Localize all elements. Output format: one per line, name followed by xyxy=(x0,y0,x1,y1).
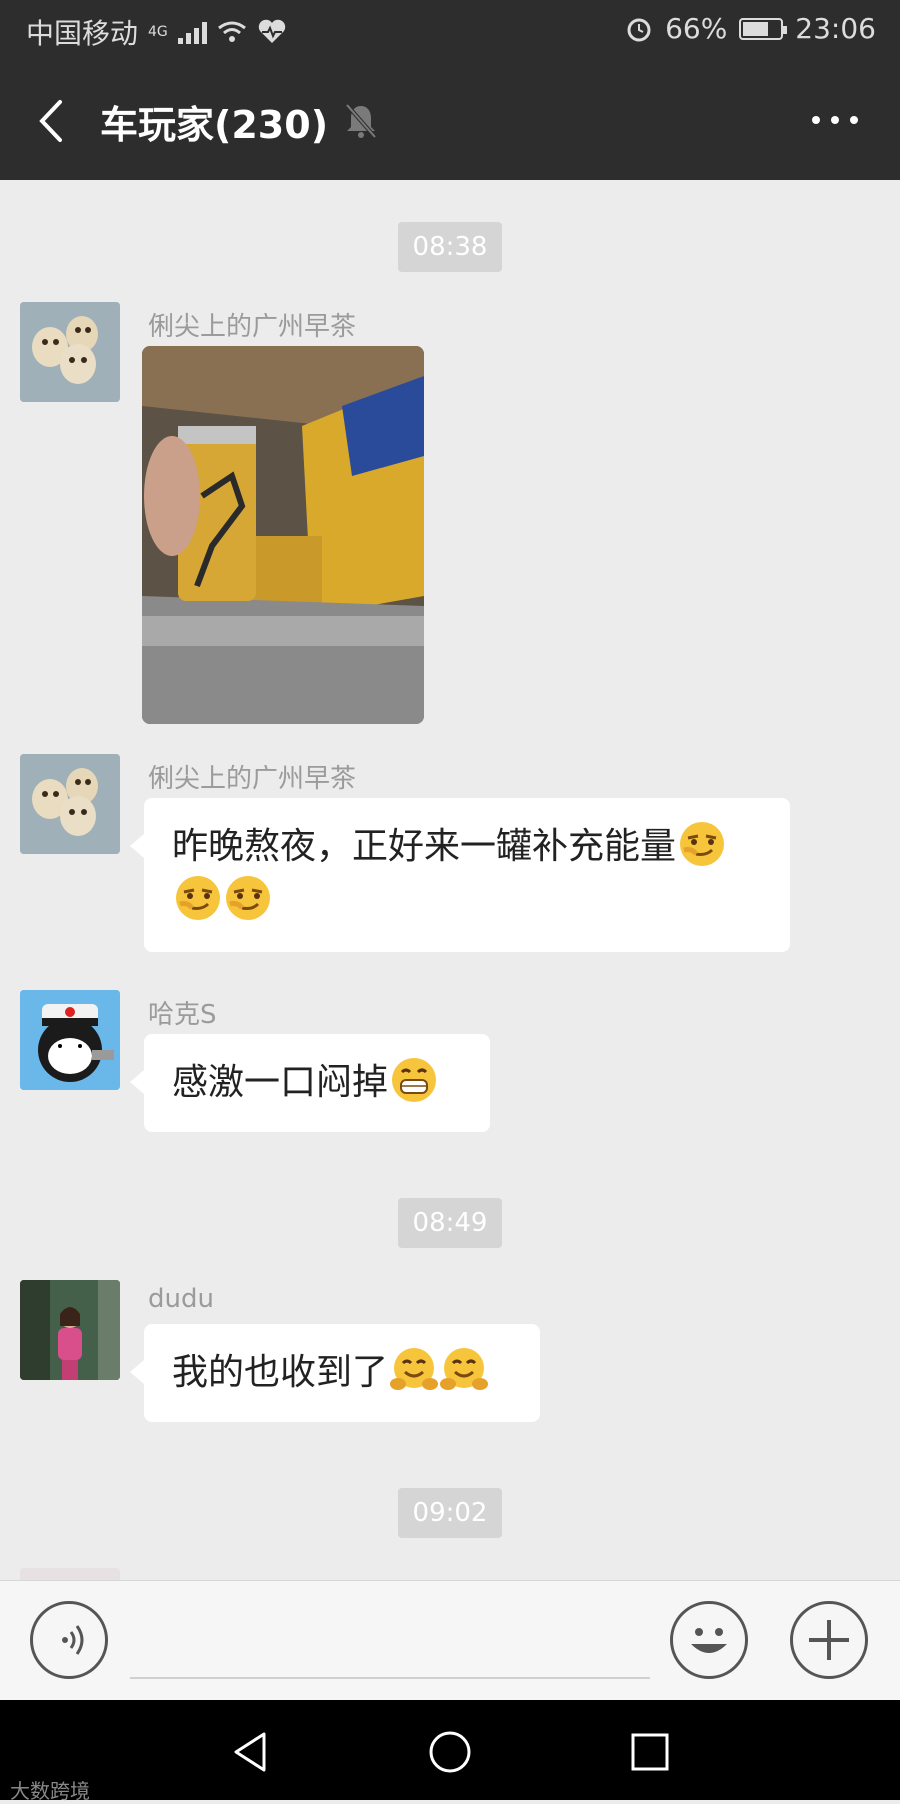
network-label: 4G xyxy=(148,24,168,40)
smiley-icon[interactable] xyxy=(670,1601,748,1679)
voice-icon[interactable] xyxy=(30,1601,108,1679)
message-text: 感激一口闷掉 xyxy=(172,1062,389,1103)
battery-icon xyxy=(739,17,788,40)
plus-icon[interactable] xyxy=(790,1601,868,1679)
hug-emoji xyxy=(390,1348,439,1390)
message-text: 昨晚熬夜，正好来一罐补充能量 xyxy=(172,826,677,867)
input-bar xyxy=(0,1580,900,1700)
message-photo[interactable] xyxy=(142,346,424,724)
sender-name: 俐尖上的广州早茶 xyxy=(148,312,357,342)
avatar[interactable] xyxy=(20,1568,120,1580)
more-dots-icon[interactable] xyxy=(810,110,860,130)
status-bar: 中国移动 4G 66% 23:06 xyxy=(0,0,900,60)
sender-name: dudu xyxy=(148,1284,214,1314)
timestamp: 08:38 xyxy=(398,222,502,272)
avatar[interactable] xyxy=(20,302,120,402)
signal-icon xyxy=(177,20,207,44)
message-input[interactable] xyxy=(130,1677,650,1679)
triangle-back-icon[interactable] xyxy=(228,1730,272,1774)
timestamp: 09:02 xyxy=(398,1488,502,1538)
smirk-emoji xyxy=(680,822,725,866)
message-bubble[interactable]: 昨晚熬夜，正好来一罐补充能量 xyxy=(130,798,790,952)
chat-header: 车玩家(230) xyxy=(0,60,900,180)
heart-rate-icon xyxy=(258,19,285,43)
timestamp: 08:49 xyxy=(398,1198,502,1248)
bell-muted-icon xyxy=(345,103,377,139)
avatar[interactable] xyxy=(20,1280,120,1380)
carrier-label: 中国移动 xyxy=(26,17,139,50)
message-text: 我的也收到了 xyxy=(172,1352,389,1393)
square-recents-icon[interactable] xyxy=(628,1730,672,1774)
sender-name: 哈克S xyxy=(148,1000,217,1030)
message-bubble[interactable]: 我的也收到了 xyxy=(130,1324,540,1422)
circle-home-icon[interactable] xyxy=(428,1730,472,1774)
sender-name: 俐尖上的广州早茶 xyxy=(148,764,357,794)
battery-percent: 66% xyxy=(665,12,728,45)
avatar[interactable] xyxy=(20,754,120,854)
system-nav-bar xyxy=(0,1700,900,1800)
wifi-icon xyxy=(217,21,246,42)
chat-title: 车玩家(230) xyxy=(100,103,329,147)
grin-emoji xyxy=(392,1058,437,1102)
message-bubble[interactable]: 感激一口闷掉 xyxy=(130,1034,490,1132)
chevron-left-icon[interactable] xyxy=(30,94,80,148)
avatar[interactable] xyxy=(20,990,120,1090)
smirk-emoji xyxy=(176,876,220,920)
alarm-icon xyxy=(627,18,651,41)
smirk-emoji xyxy=(226,876,270,920)
hug-emoji xyxy=(440,1348,489,1390)
chat-area[interactable]: 08:38 俐尖上的广州早茶 俐尖上的广州早茶 昨晚熬夜，正好来一罐补充能量 哈… xyxy=(0,180,900,1580)
clock: 23:06 xyxy=(795,12,876,45)
